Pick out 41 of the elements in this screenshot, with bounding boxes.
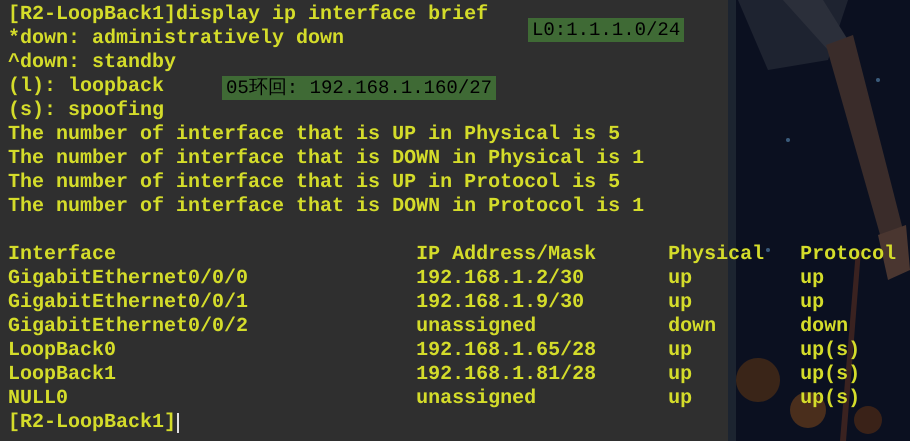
table-cell-text: unassigned: [416, 315, 538, 339]
table-cell-text: up(s): [800, 363, 862, 387]
text-cursor: [177, 413, 180, 433]
output-line: ^down: standby: [8, 51, 176, 75]
table-cell-text: up: [800, 291, 826, 315]
table-cell-text: 192.168.1.2/30: [416, 267, 586, 291]
table-cell-text: GigabitEthernet0/0/2: [8, 315, 250, 339]
table-cell-text: GigabitEthernet0/0/1: [8, 291, 250, 315]
table-cell-text: up: [668, 387, 694, 411]
table-cell-text: GigabitEthernet0/0/0: [8, 267, 250, 291]
table-cell-text: down: [668, 315, 718, 339]
table-cell-text: up: [668, 363, 694, 387]
output-line: (s): spoofing: [8, 99, 164, 123]
column-header: Interface: [8, 243, 118, 267]
table-cell-text: LoopBack0: [8, 339, 118, 363]
output-line: The number of interface that is DOWN in Protocol is 1: [8, 195, 644, 219]
column-header: Protocol: [800, 243, 898, 267]
table-cell-text: up: [668, 267, 694, 291]
table-cell-text: up(s): [800, 339, 862, 363]
table-cell-text: 192.168.1.9/30: [416, 291, 586, 315]
output-line: The number of interface that is UP in Physical is 5: [8, 123, 620, 147]
table-cell-text: 192.168.1.81/28: [416, 363, 598, 387]
output-line: *down: administratively down: [8, 27, 344, 51]
output-line: (l): loopback: [8, 75, 164, 99]
table-cell-text: up: [668, 291, 694, 315]
column-header: Physical: [668, 243, 766, 267]
column-header: IP Address/Mask: [416, 243, 598, 267]
table-cell-text: NULL0: [8, 387, 70, 411]
table-cell-text: up: [668, 339, 694, 363]
annotation-label: L0:1.1.1.0/24: [528, 18, 684, 42]
table-cell-text: down: [800, 315, 850, 339]
table-cell-text: 192.168.1.65/28: [416, 339, 598, 363]
table-cell-text: up(s): [800, 387, 862, 411]
table-cell-text: LoopBack1: [8, 363, 118, 387]
command-line: [R2-LoopBack1]display ip interface brief: [8, 3, 488, 27]
table-cell-text: unassigned: [416, 387, 538, 411]
output-line: The number of interface that is DOWN in Physical is 1: [8, 147, 644, 171]
table-cell-text: up: [800, 267, 826, 291]
annotation-label: 05环回: 192.168.1.160/27: [222, 76, 496, 100]
prompt: [R2-LoopBack1]: [8, 411, 176, 435]
output-line: The number of interface that is UP in Protocol is 5: [8, 171, 620, 195]
